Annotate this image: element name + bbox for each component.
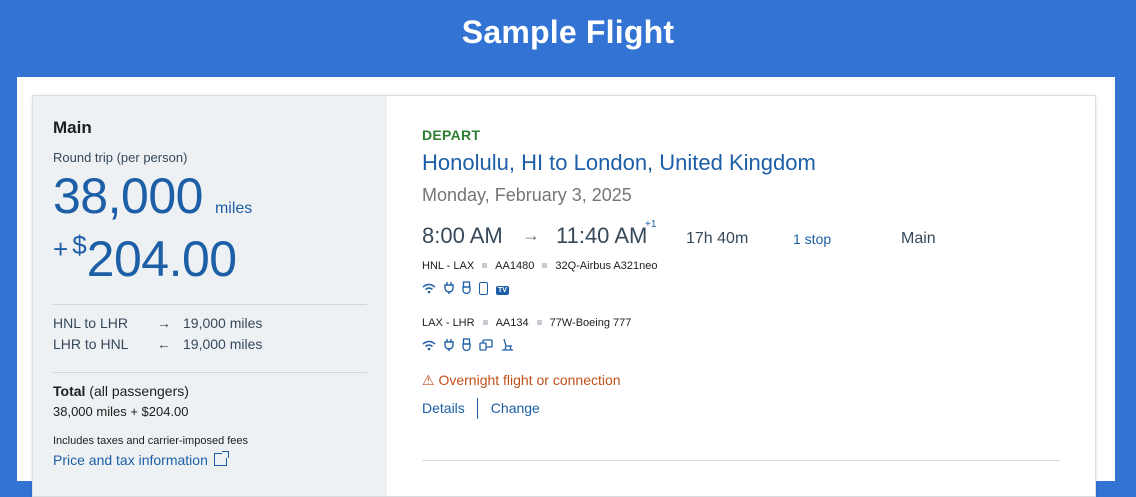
trip-type: Round trip (per person)	[53, 150, 188, 165]
usb-icon	[462, 338, 471, 354]
separator-dot	[536, 320, 542, 326]
cash-amount: 204.00	[86, 231, 237, 287]
leg-flight-number: AA134	[495, 317, 529, 329]
segment-route: HNL to LHR	[53, 315, 128, 331]
miles-amount: 38,000	[53, 168, 203, 224]
warning-icon: ⚠	[422, 372, 435, 388]
flight-card: Main Round trip (per person) 38,000 miles…	[32, 95, 1096, 497]
separator-dot	[482, 263, 488, 269]
usb-icon	[462, 281, 471, 297]
separator-dot	[542, 263, 548, 269]
external-link-icon	[213, 451, 229, 466]
link-separator	[476, 398, 478, 419]
overnight-text: Overnight flight or connection	[438, 372, 621, 388]
separator-dot	[482, 320, 488, 326]
power-icon	[444, 281, 454, 297]
content-area: Main Round trip (per person) 38,000 miles…	[17, 77, 1115, 497]
cash-price: + $204.00	[53, 230, 237, 288]
wifi-icon	[422, 282, 436, 297]
leg-route: HNL - LAX	[422, 260, 475, 272]
leg-2: LAX - LHR AA134 77W-Boeing 777	[422, 317, 631, 329]
details-link[interactable]: Details	[422, 400, 465, 416]
entertainment-icon	[479, 339, 493, 354]
leg-1-amenities: TV	[422, 281, 517, 297]
flight-links: Details Change	[422, 398, 540, 419]
flight-date: Monday, February 3, 2025	[422, 185, 632, 205]
direction-label: DEPART	[422, 127, 481, 143]
right-arrow-icon: →	[157, 315, 171, 331]
stops-link[interactable]: 1 stop	[793, 231, 831, 247]
tv-icon: TV	[496, 286, 509, 295]
leg-1: HNL - LAX AA1480 32Q-Airbus A321neo	[422, 260, 657, 272]
total-qualifier: (all passengers)	[89, 383, 189, 399]
fees-note: Includes taxes and carrier-imposed fees	[53, 435, 249, 447]
leg-flight-number: AA1480	[495, 260, 535, 272]
leg-2-amenities	[422, 338, 522, 354]
price-tax-link[interactable]: Price and tax information	[53, 451, 229, 468]
divider	[53, 372, 367, 373]
leg-aircraft: 77W-Boeing 777	[549, 317, 632, 329]
right-arrow-icon: →	[522, 225, 540, 245]
overnight-warning: ⚠ Overnight flight or connection	[422, 372, 621, 389]
total-value: 38,000 miles + $204.00	[53, 404, 189, 419]
leg-route: LAX - LHR	[422, 317, 475, 329]
leg-aircraft: 32Q-Airbus A321neo	[555, 260, 658, 272]
segment-miles: 19,000 miles	[183, 336, 263, 352]
total-label-row: Total (all passengers)	[53, 383, 189, 399]
total-label: Total	[53, 383, 86, 399]
price-tax-link-label: Price and tax information	[53, 452, 208, 468]
left-arrow-icon: ←	[157, 336, 171, 352]
flight-route: Honolulu, HI to London, United Kingdom	[422, 150, 816, 175]
fare-cabin: Main	[53, 118, 92, 137]
day-offset: +1	[645, 219, 657, 230]
segment-miles: 19,000 miles	[183, 315, 263, 331]
duration: 17h 40m	[686, 230, 749, 247]
flight-details: DEPART Honolulu, HI to London, United Ki…	[387, 96, 1095, 496]
time-row: 8:00 AM → 11:40 AM +1 17h 40m 1 stop Mai…	[422, 219, 1062, 253]
page-title: Sample Flight	[461, 14, 675, 50]
fare-panel: Main Round trip (per person) 38,000 miles…	[33, 96, 387, 496]
segment-return: LHR to HNL ← 19,000 miles	[53, 336, 262, 352]
segment-outbound: HNL to LHR → 19,000 miles	[53, 315, 262, 331]
miles-price: 38,000 miles	[53, 167, 252, 225]
wifi-icon	[422, 339, 436, 354]
power-icon	[444, 338, 454, 354]
plus-sign: +	[53, 234, 69, 264]
device-icon	[479, 282, 488, 295]
currency-symbol: $	[72, 230, 87, 260]
cabin-class: Main	[901, 230, 936, 247]
arrive-time: 11:40 AM	[556, 223, 648, 248]
seat-icon	[501, 338, 514, 354]
segment-route: LHR to HNL	[53, 336, 129, 352]
depart-time: 8:00 AM	[422, 223, 503, 248]
divider	[422, 460, 1060, 461]
change-link[interactable]: Change	[491, 400, 540, 416]
miles-unit: miles	[214, 200, 253, 217]
divider	[53, 304, 367, 305]
